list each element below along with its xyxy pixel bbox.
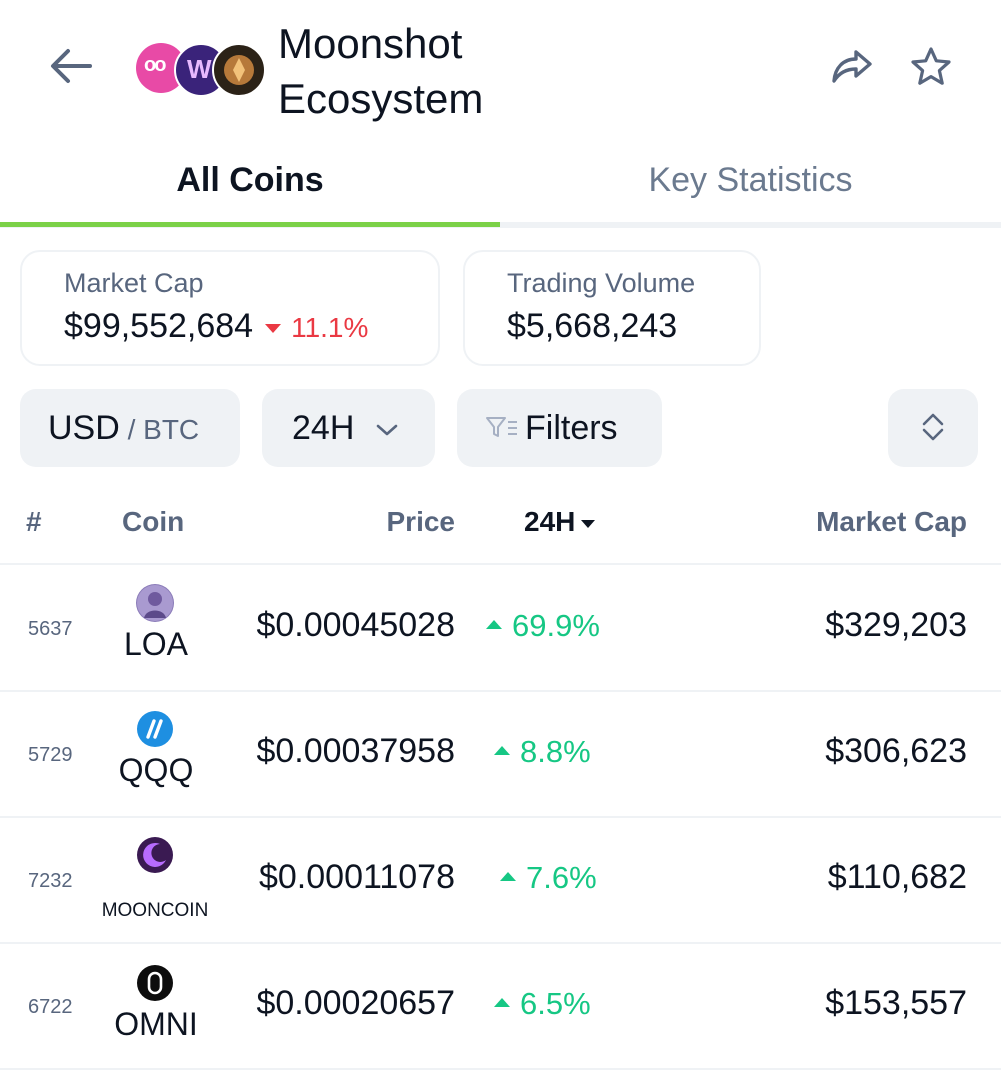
loa-coin-icon <box>136 584 174 622</box>
coin-24h-change: 69.9% <box>486 608 600 644</box>
page-title: Moonshot Ecosystem <box>278 16 483 126</box>
trading-volume-label: Trading Volume <box>507 268 696 298</box>
coin-symbol: LOA <box>123 626 189 662</box>
coin-price: $0.00020657 <box>256 984 455 1022</box>
coin-symbol: MOONCOIN <box>101 900 209 921</box>
column-header-24h[interactable]: 24H <box>524 506 596 538</box>
column-header-price[interactable]: Price <box>387 506 456 538</box>
active-tab-indicator <box>0 222 500 227</box>
coin-24h-change: 6.5% <box>494 986 591 1022</box>
sort-order-button[interactable] <box>888 389 978 467</box>
header-divider <box>0 563 1001 565</box>
currency-separator: / <box>119 414 144 445</box>
coin-24h-change-value: 6.5% <box>520 986 591 1021</box>
up-triangle-icon <box>494 998 510 1008</box>
coin-rank: 6722 <box>28 996 73 1018</box>
table-row[interactable]: 6722 OMNI $0.00020657 6.5% $153,557 <box>0 944 1001 1070</box>
column-header-rank[interactable]: # <box>26 506 42 538</box>
trading-volume-card: Trading Volume $5,668,243 <box>463 250 761 366</box>
table-row[interactable]: 5637 LOA $0.00045028 69.9% $329,203 <box>0 566 1001 692</box>
tab-all-coins[interactable]: All Coins <box>0 156 500 204</box>
coin-rank: 5637 <box>28 618 73 640</box>
coin-market-cap: $329,203 <box>825 606 967 644</box>
ecosystem-logo-2-text: W <box>187 54 212 84</box>
coin-price: $0.00045028 <box>256 606 455 644</box>
coin-24h-change-value: 69.9% <box>512 608 600 643</box>
coin-market-cap: $110,682 <box>827 858 967 896</box>
back-arrow-icon[interactable] <box>46 40 98 92</box>
market-cap-value-row: $99,552,684 11.1% <box>64 307 368 346</box>
market-cap-label: Market Cap <box>64 268 204 298</box>
market-cap-value: $99,552,684 <box>64 307 254 345</box>
down-triangle-icon <box>265 323 282 333</box>
qqq-coin-icon <box>136 710 174 748</box>
coin-24h-change-value: 8.8% <box>520 734 591 769</box>
market-cap-change: 11.1% <box>291 312 369 343</box>
omni-coin-icon <box>136 964 174 1002</box>
coin-rank: 5729 <box>28 744 73 766</box>
row-divider <box>0 1068 1001 1070</box>
page-title-line-2: Ecosystem <box>278 75 484 122</box>
up-triangle-icon <box>486 620 502 630</box>
column-header-market-cap[interactable]: Market Cap <box>816 506 967 538</box>
table-row[interactable]: 7232 MOONCOIN $0.00011078 7.6% $110,682 <box>0 818 1001 944</box>
mooncoin-coin-icon <box>136 836 174 874</box>
coin-symbol: OMNI <box>114 1006 198 1042</box>
share-icon[interactable] <box>828 46 876 88</box>
ecosystem-logos: oo W <box>136 40 266 97</box>
coin-price: $0.00011078 <box>258 858 455 896</box>
column-header-24h-label: 24H <box>524 506 576 537</box>
ecosystem-logo-1-text: oo <box>144 54 166 76</box>
coin-24h-change-value: 7.6% <box>526 860 597 895</box>
tab-key-statistics[interactable]: Key Statistics <box>500 156 1001 204</box>
currency-usd: USD <box>48 409 120 447</box>
up-triangle-icon <box>500 872 516 882</box>
filters-button[interactable]: Filters <box>457 389 662 467</box>
sort-arrows-icon <box>922 413 944 441</box>
currency-toggle-button[interactable]: USD / BTC <box>20 389 240 467</box>
trading-volume-value: $5,668,243 <box>507 307 678 345</box>
table-row[interactable]: 5729 QQQ $0.00037958 8.8% $306,623 <box>0 692 1001 818</box>
currency-btc: BTC <box>143 414 200 445</box>
sort-down-icon <box>581 519 596 528</box>
coin-market-cap: $153,557 <box>825 984 967 1022</box>
coin-symbol: QQQ <box>118 752 194 788</box>
market-cap-card: Market Cap $99,552,684 11.1% <box>20 250 440 366</box>
timeframe-label: 24H <box>292 409 355 447</box>
column-header-coin[interactable]: Coin <box>122 506 184 538</box>
coin-24h-change: 8.8% <box>494 734 591 770</box>
ecosystem-logo-3 <box>212 43 266 97</box>
coin-24h-change: 7.6% <box>500 860 597 896</box>
chevron-down-icon <box>376 424 398 436</box>
coin-price: $0.00037958 <box>256 732 455 770</box>
filter-icon <box>486 417 517 438</box>
filters-label: Filters <box>525 409 618 447</box>
star-icon[interactable] <box>908 44 954 90</box>
coin-rank: 7232 <box>28 870 73 892</box>
up-triangle-icon <box>494 746 510 756</box>
coin-market-cap: $306,623 <box>825 732 967 770</box>
page-title-line-1: Moonshot <box>278 20 463 67</box>
timeframe-dropdown[interactable]: 24H <box>262 389 435 467</box>
